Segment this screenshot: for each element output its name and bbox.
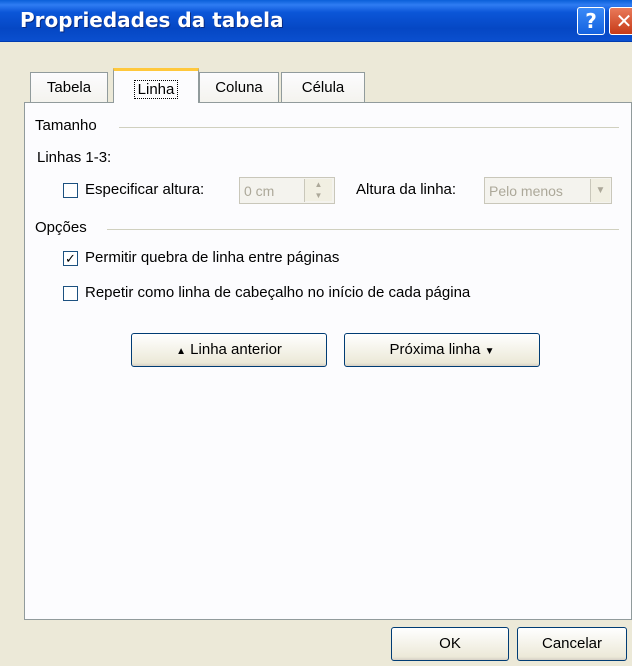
tab-linha[interactable]: Linha <box>113 68 199 103</box>
title-bar: Propriedades da tabela ? ✕ <box>0 0 632 42</box>
tab-linha-label: Linha <box>133 80 179 99</box>
arrow-up-icon: ▲ <box>176 346 186 357</box>
tab-coluna[interactable]: Coluna <box>199 72 279 102</box>
specify-height-checkbox[interactable] <box>63 183 78 198</box>
next-row-label: Próxima linha <box>389 341 481 358</box>
group-title-size: Tamanho <box>35 117 103 134</box>
spin-up-icon[interactable]: ▲ <box>305 179 332 190</box>
group-divider-size <box>119 127 619 128</box>
ok-label: OK <box>439 635 461 652</box>
tab-celula-label: Célula <box>301 79 345 96</box>
group-divider-options <box>107 229 619 230</box>
check-icon: ✓ <box>65 251 76 266</box>
tab-tabela[interactable]: Tabela <box>30 72 108 102</box>
height-value: 0 cm <box>244 183 275 199</box>
row-height-value: Pelo menos <box>489 183 563 199</box>
ok-button[interactable]: OK <box>391 627 509 661</box>
previous-row-button[interactable]: ▲ Linha anterior <box>131 333 327 367</box>
help-button[interactable]: ? <box>577 7 605 35</box>
tab-panel-linha: Tamanho Linhas 1-3: Especificar altura: … <box>24 102 632 620</box>
previous-row-label: Linha anterior <box>190 341 282 358</box>
repeat-header-label[interactable]: Repetir como linha de cabeçalho no iníci… <box>85 284 470 301</box>
group-title-options: Opções <box>35 219 93 236</box>
cancel-button[interactable]: Cancelar <box>517 627 627 661</box>
tab-celula[interactable]: Célula <box>281 72 365 102</box>
next-row-button[interactable]: Próxima linha ▼ <box>344 333 540 367</box>
rows-label: Linhas 1-3: <box>37 149 112 166</box>
arrow-down-icon: ▼ <box>484 346 495 357</box>
allow-break-label[interactable]: Permitir quebra de linha entre páginas <box>85 249 339 266</box>
tab-tabela-label: Tabela <box>46 79 92 96</box>
help-icon: ? <box>585 9 597 33</box>
tab-coluna-label: Coluna <box>215 79 263 96</box>
spin-down-icon[interactable]: ▼ <box>305 190 332 201</box>
row-height-label: Altura da linha: <box>356 181 457 198</box>
repeat-header-checkbox[interactable] <box>63 286 78 301</box>
window-title: Propriedades da tabela <box>20 8 284 32</box>
close-button[interactable]: ✕ <box>609 7 632 35</box>
cancel-label: Cancelar <box>541 635 603 652</box>
height-spinner[interactable]: ▲ ▼ <box>304 179 332 202</box>
chevron-down-icon[interactable]: ▼ <box>590 179 610 202</box>
allow-break-checkbox[interactable]: ✓ <box>63 251 78 266</box>
specify-height-label[interactable]: Especificar altura: <box>85 181 204 198</box>
close-icon: ✕ <box>615 9 632 33</box>
